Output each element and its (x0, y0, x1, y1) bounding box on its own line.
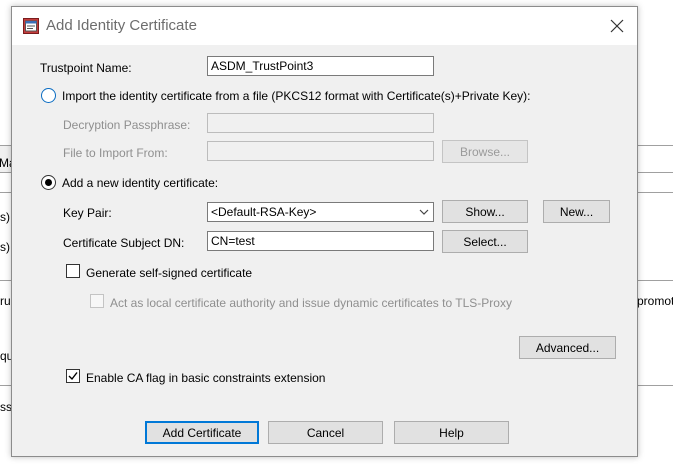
import-from-file-label: Import the identity certificate from a f… (62, 89, 531, 103)
key-pair-selected-value: <Default-RSA-Key> (211, 205, 317, 219)
checkmark-icon (68, 372, 78, 381)
decryption-passphrase-label: Decryption Passphrase: (63, 118, 191, 132)
help-button[interactable]: Help (394, 421, 509, 444)
file-to-import-input[interactable] (207, 141, 434, 161)
enable-ca-flag-checkbox[interactable] (66, 369, 80, 383)
asdm-app-icon (23, 18, 39, 34)
background-text: ru (0, 294, 11, 308)
cancel-button[interactable]: Cancel (268, 421, 383, 444)
close-button[interactable] (597, 7, 637, 45)
chevron-down-icon (419, 209, 429, 215)
close-icon (610, 19, 624, 33)
self-signed-checkbox[interactable] (66, 264, 80, 278)
import-from-file-radio[interactable] (41, 88, 56, 103)
decryption-passphrase-input[interactable] (207, 113, 434, 133)
add-certificate-button[interactable]: Add Certificate (145, 421, 259, 444)
self-signed-label: Generate self-signed certificate (86, 266, 253, 280)
dialog-title: Add Identity Certificate (46, 17, 197, 34)
add-identity-certificate-dialog: Add Identity Certificate Trustpoint Name… (11, 6, 638, 457)
certificate-subject-dn-label: Certificate Subject DN: (63, 236, 185, 250)
file-to-import-label: File to Import From: (63, 146, 168, 160)
radio-selected-dot (45, 179, 52, 186)
new-key-pair-button[interactable]: New... (543, 200, 610, 223)
show-key-pair-button[interactable]: Show... (442, 200, 528, 223)
background-text: promot (637, 294, 673, 308)
key-pair-select[interactable]: <Default-RSA-Key> (207, 202, 434, 222)
local-ca-checkbox[interactable] (90, 294, 104, 308)
trustpoint-name-input[interactable]: ASDM_TrustPoint3 (207, 56, 434, 76)
enable-ca-flag-label: Enable CA flag in basic constraints exte… (86, 371, 326, 385)
key-pair-label: Key Pair: (63, 206, 112, 220)
select-subject-dn-button[interactable]: Select... (442, 230, 528, 253)
background-text: s) (0, 210, 10, 224)
advanced-button[interactable]: Advanced... (519, 336, 616, 359)
add-new-identity-label: Add a new identity certificate: (62, 176, 219, 190)
dialog-titlebar[interactable]: Add Identity Certificate (12, 7, 637, 45)
certificate-subject-dn-input[interactable]: CN=test (207, 231, 434, 251)
background-text: s) (0, 240, 10, 254)
trustpoint-name-label: Trustpoint Name: (40, 61, 132, 75)
local-ca-label: Act as local certificate authority and i… (110, 296, 512, 310)
add-new-identity-radio[interactable] (41, 175, 56, 190)
browse-button[interactable]: Browse... (442, 140, 528, 163)
